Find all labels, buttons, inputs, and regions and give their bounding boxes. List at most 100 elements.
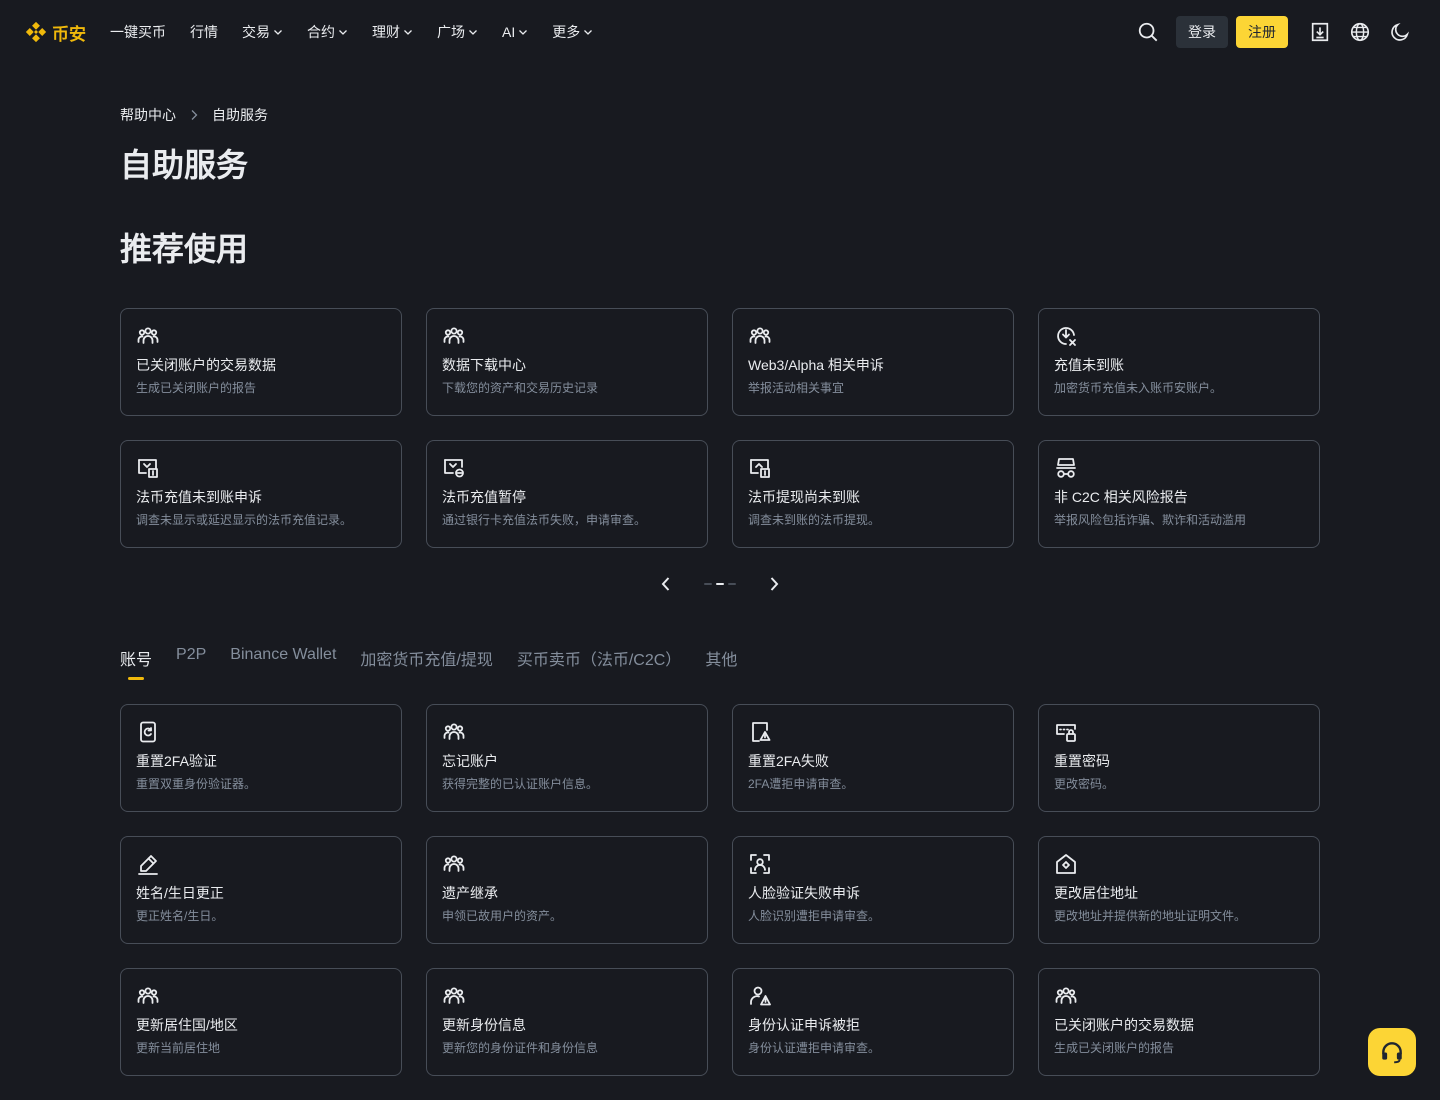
card-title: 已关闭账户的交易数据: [1054, 1017, 1194, 1033]
card-description: 加密货币充值未入账币安账户。: [1054, 381, 1223, 395]
chevron-down-icon: [274, 30, 282, 35]
recommended-card[interactable]: Web3/Alpha 相关申诉 举报活动相关事宜: [732, 308, 1014, 416]
support-chat-button[interactable]: [1368, 1028, 1416, 1076]
fiat-withdraw-icon: [750, 459, 770, 478]
recommended-card[interactable]: 充值未到账 加密货币充值未入账币安账户。: [1038, 308, 1320, 416]
tab-label: 加密货币充值/提现: [360, 652, 493, 669]
nav-item-buy-crypto[interactable]: 一键买币: [110, 22, 166, 42]
account-service-card[interactable]: 更新居住国/地区 更新当前居住地: [120, 968, 402, 1076]
nav-item-ai[interactable]: AI: [502, 24, 528, 40]
card-title: 法币提现尚未到账: [748, 489, 860, 505]
account-service-card[interactable]: 重置2FA验证重置双重身份验证器。: [120, 704, 402, 812]
account-service-card[interactable]: 重置2FA失败 2FA遭拒申请审查。: [732, 704, 1014, 812]
register-button[interactable]: 注册: [1236, 16, 1288, 48]
tab-4[interactable]: 买币卖币（法币/C2C）: [517, 646, 681, 669]
pager-next-button[interactable]: [764, 572, 784, 596]
card-title: 更新身份信息: [442, 1017, 526, 1033]
card-description: 更改密码。: [1054, 777, 1115, 791]
account-service-card[interactable]: 人脸验证失败申诉人脸识别遭拒申请审查。: [732, 836, 1014, 944]
nav-label: 理财: [372, 24, 400, 40]
card-icon: [748, 720, 772, 744]
deposit-failed-icon: [1057, 327, 1076, 346]
recommended-card[interactable]: 非 C2C 相关风险报告 举报风险包括诈骗、欺诈和活动滥用: [1038, 440, 1320, 548]
nav-label: 一键买币: [110, 24, 166, 40]
card-title: 身份认证申诉被拒: [748, 1017, 860, 1033]
carousel-pager: [656, 572, 784, 596]
card-description: 人脸识别遭拒申请审查。: [748, 909, 881, 923]
card-icon: [442, 720, 466, 744]
fiat-pause-icon: [444, 459, 464, 478]
pager-prev-button[interactable]: [656, 572, 676, 596]
card-title: 重置2FA验证: [136, 753, 217, 769]
tab-5[interactable]: 其他: [705, 646, 737, 669]
card-icon: [136, 720, 160, 744]
account-service-card[interactable]: 姓名/生日更正 更正姓名/生日。: [120, 836, 402, 944]
nav-item-more[interactable]: 更多: [552, 22, 593, 42]
moon-icon: [1391, 22, 1410, 41]
nav-item-futures[interactable]: 合约: [307, 22, 348, 42]
download-app-button[interactable]: [1304, 16, 1336, 48]
tab-3[interactable]: 加密货币充值/提现: [360, 646, 493, 669]
recommended-card[interactable]: 法币充值暂停 通过银行卡充值法币失败，申请审查。: [426, 440, 708, 548]
account-service-card[interactable]: 更改居住地址 更改地址并提供新的地址证明文件。: [1038, 836, 1320, 944]
pager-dot[interactable]: [728, 583, 736, 585]
tab-2[interactable]: Binance Wallet: [230, 646, 336, 668]
tab-1[interactable]: P2P: [176, 646, 206, 668]
card-title: 人脸验证失败申诉: [748, 885, 860, 901]
user-warning-icon: [750, 986, 771, 1006]
account-service-card[interactable]: 已关闭账户的交易数据 生成已关闭账户的报告: [1038, 968, 1320, 1076]
breadcrumb: 帮助中心 自助服务: [120, 105, 268, 125]
nav-item-markets[interactable]: 行情: [190, 22, 218, 42]
pager-dot[interactable]: [704, 583, 712, 585]
recommended-card[interactable]: 数据下载中心 下载您的资产和交易历史记录: [426, 308, 708, 416]
category-tabs: 账号 P2P Binance Wallet 加密货币充值/提现 买币卖币（法币/C2C）…: [120, 646, 737, 682]
recommended-card[interactable]: 法币充值未到账申诉 调查未显示或延迟显示的法币充值记录。: [120, 440, 402, 548]
card-description: 更新当前居住地: [136, 1041, 221, 1055]
login-button[interactable]: 登录: [1176, 16, 1228, 48]
nav-item-square[interactable]: 广场: [437, 22, 478, 42]
nav-item-earn[interactable]: 理财: [372, 22, 413, 42]
language-button[interactable]: [1344, 16, 1376, 48]
theme-toggle-button[interactable]: [1384, 16, 1416, 48]
account-service-card[interactable]: 遗产继承 申领已故用户的资产。: [426, 836, 708, 944]
card-description: 举报风险包括诈骗、欺诈和活动滥用: [1054, 513, 1247, 527]
account-service-card[interactable]: 忘记账户 获得完整的已认证账户信息。: [426, 704, 708, 812]
card-icon: [136, 852, 160, 876]
search-button[interactable]: [1132, 16, 1164, 48]
card-icon: [442, 324, 466, 348]
tab-0[interactable]: 账号: [120, 646, 153, 680]
recommended-card[interactable]: 法币提现尚未到账 调查未到账的法币提现。: [732, 440, 1014, 548]
card-description: 身份认证遭拒申请审查。: [748, 1041, 881, 1055]
nav-item-trade[interactable]: 交易: [242, 22, 283, 42]
account-service-card[interactable]: 身份认证申诉被拒身份认证遭拒申请审查。: [732, 968, 1014, 1076]
pager-dot[interactable]: [716, 583, 724, 585]
home-icon: [1056, 854, 1076, 874]
card-icon: [748, 456, 772, 480]
users-icon: [137, 987, 159, 1004]
account-service-card[interactable]: 更新身份信息 更新您的身份证件和身份信息: [426, 968, 708, 1076]
binance-logo-icon: [25, 21, 47, 43]
page-title: 自助服务: [120, 147, 249, 183]
binance-logo[interactable]: 币安: [24, 20, 86, 45]
card-description: 举报活动相关事宜: [748, 381, 845, 395]
card-description: 更改地址并提供新的地址证明文件。: [1054, 909, 1247, 923]
card-icon: [1054, 456, 1078, 480]
card-title: 更新居住国/地区: [136, 1017, 238, 1033]
card-title: 已关闭账户的交易数据: [136, 357, 276, 373]
card-title: 忘记账户: [442, 753, 498, 769]
card-description: 重置双重身份验证器。: [136, 777, 257, 791]
breadcrumb-help-center[interactable]: 帮助中心: [120, 105, 176, 125]
card-description: 更正姓名/生日。: [136, 909, 224, 923]
chevron-down-icon: [339, 30, 347, 35]
tab-label: 账号: [120, 652, 153, 669]
card-icon: [748, 852, 772, 876]
card-title: 法币充值暂停: [442, 489, 526, 505]
risk-report-icon: [1056, 458, 1076, 478]
card-title: 法币充值未到账申诉: [136, 489, 262, 505]
users-icon: [137, 327, 159, 344]
card-title: 重置2FA失败: [748, 753, 829, 769]
chevron-down-icon: [469, 30, 477, 35]
recommended-card[interactable]: 已关闭账户的交易数据 生成已关闭账户的报告: [120, 308, 402, 416]
account-service-card[interactable]: 重置密码 更改密码。: [1038, 704, 1320, 812]
card-description: 2FA遭拒申请审查。: [748, 777, 854, 791]
